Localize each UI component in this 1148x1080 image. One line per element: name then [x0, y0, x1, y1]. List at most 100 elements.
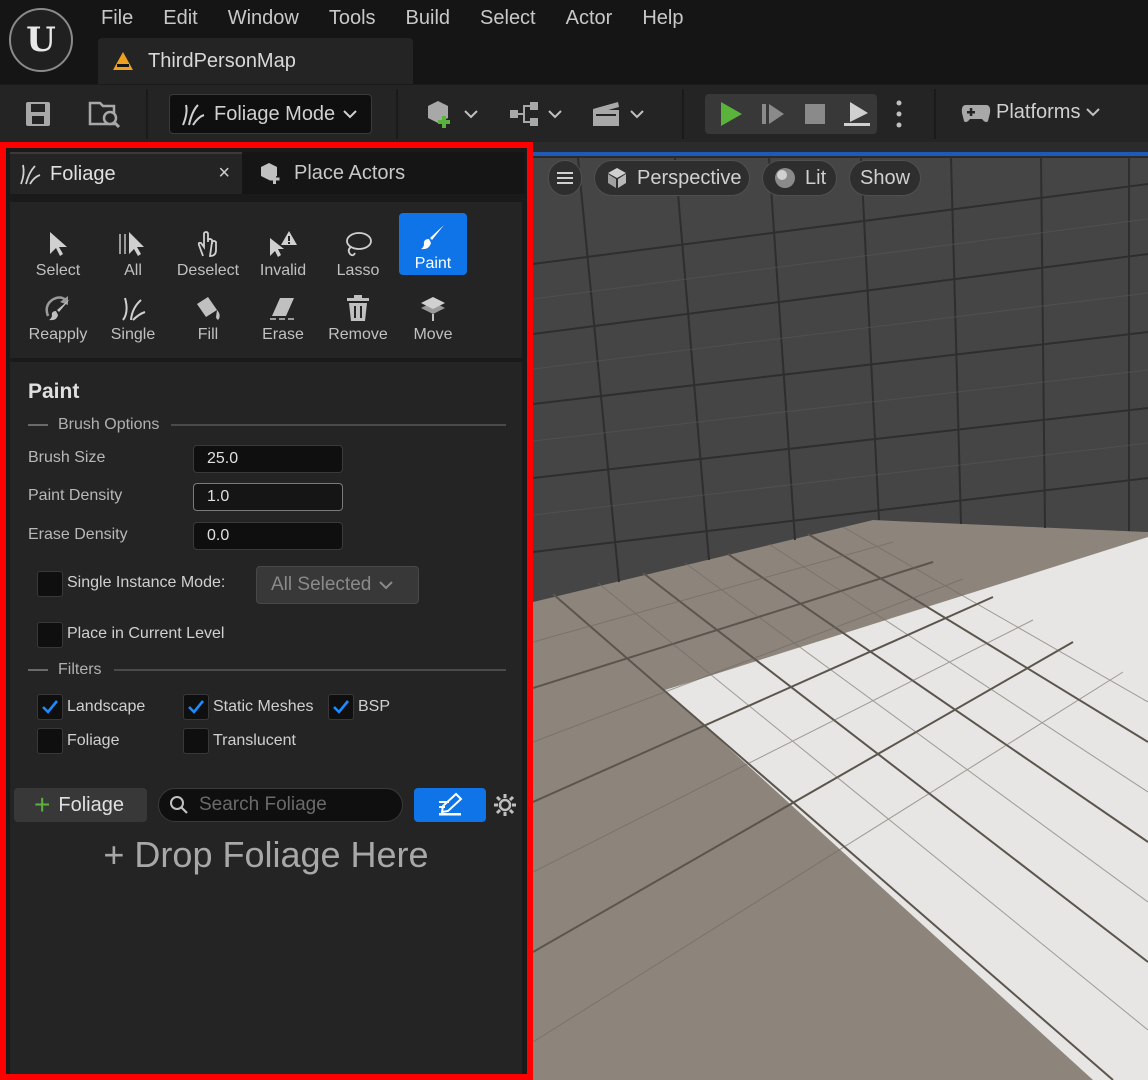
- filter-landscape-label: Landscape: [67, 698, 146, 715]
- browse-content-icon[interactable]: [88, 99, 122, 129]
- eject-icon[interactable]: [842, 100, 872, 128]
- reapply-icon: [42, 292, 74, 324]
- gear-icon[interactable]: [492, 792, 518, 818]
- foliage-icon: [20, 164, 41, 185]
- level-tab[interactable]: ThirdPersonMap: [98, 38, 413, 84]
- level-viewport[interactable]: Perspective Lit Show: [533, 142, 1148, 1080]
- filter-foliage-label: Foliage: [67, 732, 120, 749]
- unreal-logo-icon[interactable]: U: [9, 8, 73, 72]
- add-actor-button[interactable]: [424, 99, 478, 129]
- tab-foliage[interactable]: Foliage ×: [10, 152, 242, 194]
- save-icon[interactable]: [24, 99, 52, 129]
- filters-header[interactable]: Filters: [28, 661, 506, 679]
- close-icon[interactable]: ×: [218, 162, 230, 185]
- tool-erase[interactable]: Erase: [249, 284, 317, 346]
- blueprints-button[interactable]: [508, 99, 562, 129]
- tool-fill[interactable]: Fill: [174, 284, 242, 346]
- place-current-level-checkbox[interactable]: [37, 622, 63, 648]
- show-label: Show: [859, 166, 911, 189]
- lit-button[interactable]: Lit: [762, 160, 837, 196]
- fill-bucket-icon: [192, 292, 224, 324]
- tab-place-actors-label: Place Actors: [294, 161, 406, 184]
- cinematics-button[interactable]: [590, 99, 644, 129]
- menu-file[interactable]: File: [101, 4, 149, 32]
- viewport-menu-button[interactable]: [548, 160, 582, 196]
- erase-density-field[interactable]: 0.0: [193, 522, 343, 550]
- lit-sphere-icon: [775, 168, 795, 188]
- level-tab-label: ThirdPersonMap: [148, 49, 296, 72]
- add-cube-icon: [428, 101, 450, 128]
- single-grass-icon: [117, 292, 149, 324]
- cube-icon: [608, 168, 626, 188]
- tool-remove[interactable]: Remove: [324, 284, 392, 346]
- single-instance-dropdown[interactable]: All Selected: [256, 566, 419, 604]
- menu-tools[interactable]: Tools: [329, 4, 392, 32]
- deselect-hand-icon: [192, 228, 224, 260]
- search-foliage-box[interactable]: [158, 788, 403, 822]
- mode-dropdown-label: Foliage Mode: [214, 102, 336, 125]
- tool-move[interactable]: Move: [399, 284, 467, 346]
- plus-icon: +: [34, 789, 51, 820]
- foliage-list-area: + Foliage + Drop Foliage Here: [10, 782, 522, 1074]
- chevron-down-icon: [379, 581, 394, 590]
- filter-translucent-label: Translucent: [213, 732, 296, 749]
- tool-reapply[interactable]: Reapply: [24, 284, 92, 346]
- perspective-label: Perspective: [637, 166, 742, 189]
- checkmark-icon: [188, 700, 205, 714]
- filter-static-meshes-checkbox[interactable]: [183, 694, 209, 720]
- invalid-warning-icon: [267, 228, 299, 260]
- add-foliage-button[interactable]: + Foliage: [14, 788, 147, 822]
- filter-bsp-checkbox[interactable]: [328, 694, 354, 720]
- tool-select[interactable]: Select: [24, 220, 92, 282]
- filter-bsp-label: BSP: [358, 698, 391, 715]
- menu-help[interactable]: Help: [642, 4, 699, 32]
- lasso-icon: [342, 228, 374, 260]
- menu-build[interactable]: Build: [406, 4, 466, 32]
- perspective-button[interactable]: Perspective: [594, 160, 750, 196]
- brush-options-header[interactable]: Brush Options: [28, 416, 506, 434]
- tool-lasso[interactable]: Lasso: [324, 220, 392, 282]
- chevron-down-icon: [464, 110, 478, 119]
- viewport-scene: [533, 157, 1148, 1080]
- platforms-button[interactable]: Platforms: [960, 99, 1101, 125]
- filter-static-meshes-label: Static Meshes: [213, 698, 314, 715]
- paint-density-field[interactable]: 1.0: [193, 483, 343, 511]
- tab-place-actors[interactable]: Place Actors: [258, 152, 405, 194]
- menu-select[interactable]: Select: [480, 4, 552, 32]
- play-icon[interactable]: [718, 101, 744, 127]
- filter-landscape-checkbox[interactable]: [37, 694, 63, 720]
- menu-actor[interactable]: Actor: [566, 4, 629, 32]
- tool-paint[interactable]: Paint: [399, 213, 467, 275]
- paint-density-label: Paint Density: [28, 487, 123, 504]
- more-options-icon[interactable]: [892, 99, 906, 129]
- menu-window[interactable]: Window: [228, 4, 315, 32]
- tool-deselect[interactable]: Deselect: [174, 220, 242, 282]
- pencil-list-icon: [439, 792, 463, 816]
- chevron-down-icon: [1086, 108, 1101, 117]
- menu-edit[interactable]: Edit: [163, 4, 213, 32]
- move-layers-icon: [417, 292, 449, 324]
- advance-frame-icon[interactable]: [760, 102, 786, 126]
- single-instance-checkbox[interactable]: [37, 571, 63, 597]
- trash-icon: [342, 292, 374, 324]
- tool-invalid[interactable]: Invalid: [249, 220, 317, 282]
- stop-icon[interactable]: [804, 103, 826, 125]
- add-foliage-label: Foliage: [58, 793, 124, 816]
- filter-translucent-checkbox[interactable]: [183, 728, 209, 754]
- show-button[interactable]: Show: [849, 160, 921, 196]
- main-toolbar: Foliage Mode Platforms: [0, 84, 1148, 142]
- search-icon: [170, 796, 188, 814]
- tool-all[interactable]: All: [99, 220, 167, 282]
- tool-single[interactable]: Single: [99, 284, 167, 346]
- gamepad-icon: [961, 105, 991, 123]
- hamburger-menu-icon: [557, 172, 573, 184]
- brush-size-field[interactable]: 25.0: [193, 445, 343, 473]
- mode-dropdown[interactable]: Foliage Mode: [169, 94, 372, 134]
- search-foliage-input[interactable]: [199, 794, 389, 816]
- eraser-icon: [267, 292, 299, 324]
- filter-foliage-checkbox[interactable]: [37, 728, 63, 754]
- drop-foliage-hint[interactable]: + Drop Foliage Here: [10, 834, 522, 876]
- select-all-icon: [117, 228, 149, 260]
- erase-density-label: Erase Density: [28, 526, 128, 543]
- paint-edit-button[interactable]: [414, 788, 486, 822]
